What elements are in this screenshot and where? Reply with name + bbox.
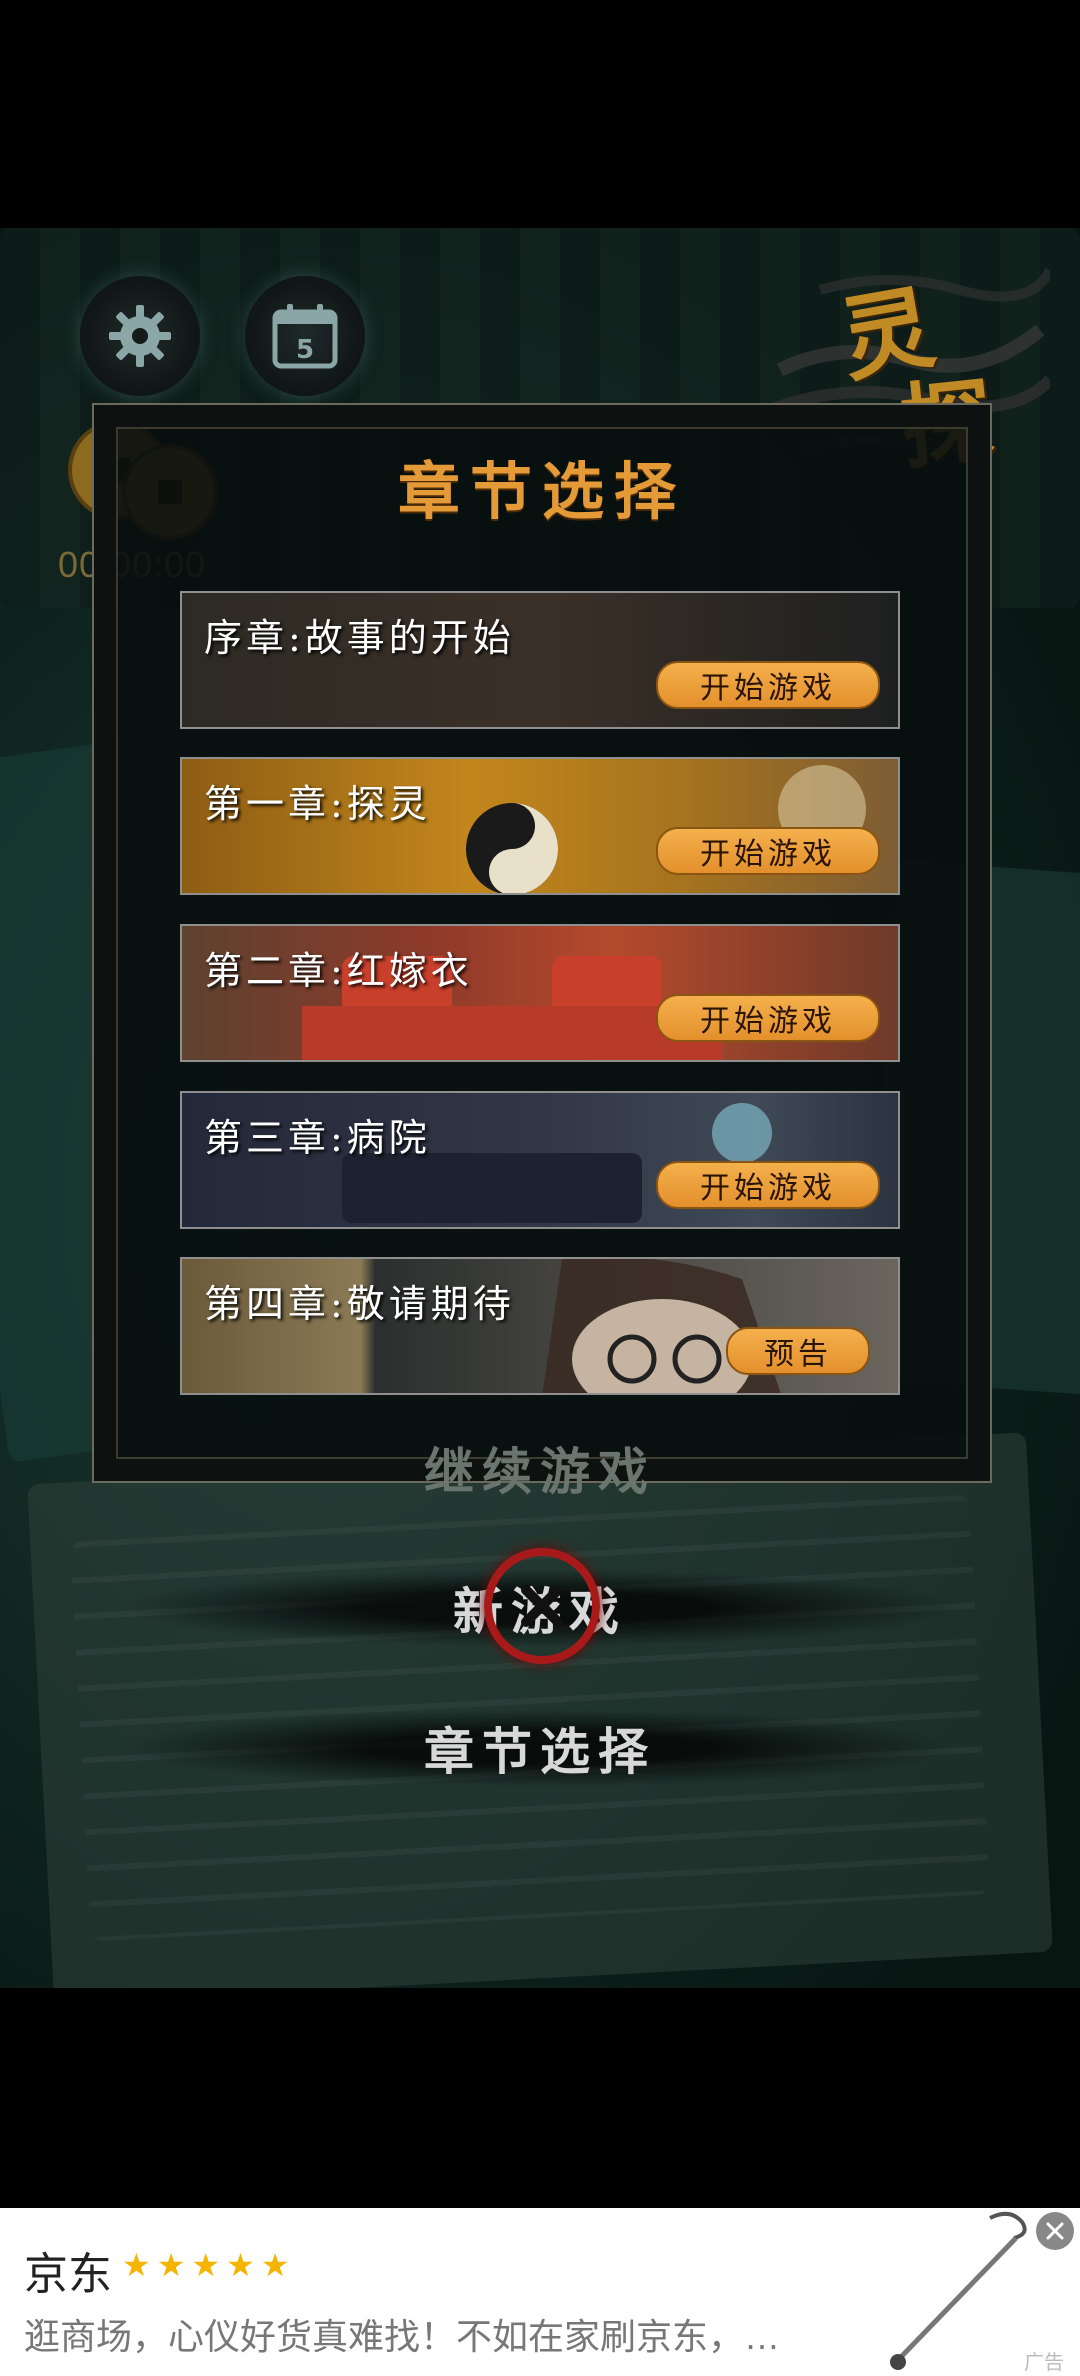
chapter-name: 第三章:病院	[204, 1116, 431, 1160]
ad-label: 广告	[1024, 2352, 1064, 2374]
calendar-icon: 5	[272, 304, 338, 369]
calendar-day-number: 5	[296, 335, 314, 365]
ad-description: 逛商场，心仪好货真难找！不如在家刷京东，…	[24, 2316, 781, 2357]
chapter-name: 第一章:探灵	[204, 782, 431, 826]
chapter-card-2: 第二章:红嫁衣 开始游戏	[180, 924, 900, 1062]
continue-game-button[interactable]: 继续游戏	[130, 1430, 950, 1506]
close-icon	[521, 1585, 563, 1627]
preview-button[interactable]: 预告	[726, 1327, 870, 1375]
chapter-name: 序章:故事的开始	[204, 616, 515, 660]
close-x-badge	[484, 1548, 600, 1664]
start-game-button[interactable]: 开始游戏	[656, 1161, 880, 1209]
start-game-button[interactable]: 开始游戏	[656, 827, 880, 875]
start-game-button[interactable]: 开始游戏	[656, 661, 880, 709]
ad-rating-stars: ★★★★★	[122, 2246, 296, 2284]
ad-title: 京东	[24, 2250, 112, 2299]
close-icon	[1046, 2222, 1064, 2240]
ad-close-button[interactable]	[1036, 2212, 1074, 2250]
chapter-card-prologue: 序章:故事的开始 开始游戏	[180, 591, 900, 729]
panel-title: 章节选择	[397, 455, 686, 528]
chapter-select-button[interactable]: 章节选择	[130, 1710, 950, 1786]
chapter-name: 第四章:敬请期待	[204, 1282, 515, 1326]
ad-banner[interactable]: 京东 ★★★★★ 逛商场，心仪好货真难找！不如在家刷京东，…	[0, 2208, 1080, 2376]
calendar-button[interactable]: 5	[245, 276, 365, 396]
gear-icon	[109, 305, 171, 367]
chapter-card-3: 第三章:病院 开始游戏	[180, 1091, 900, 1229]
chapter-select-panel: 章节选择 序章:故事的开始 开始游戏 第一章:探灵 开始游戏 第二章:红嫁衣 开…	[92, 403, 992, 1483]
chapter-name: 第二章:红嫁衣	[204, 949, 473, 993]
chapter-card-1: 第一章:探灵 开始游戏	[180, 757, 900, 895]
chapter-card-4: 第四章:敬请期待 预告	[180, 1257, 900, 1395]
settings-button[interactable]	[80, 276, 200, 396]
start-game-button[interactable]: 开始游戏	[656, 994, 880, 1042]
